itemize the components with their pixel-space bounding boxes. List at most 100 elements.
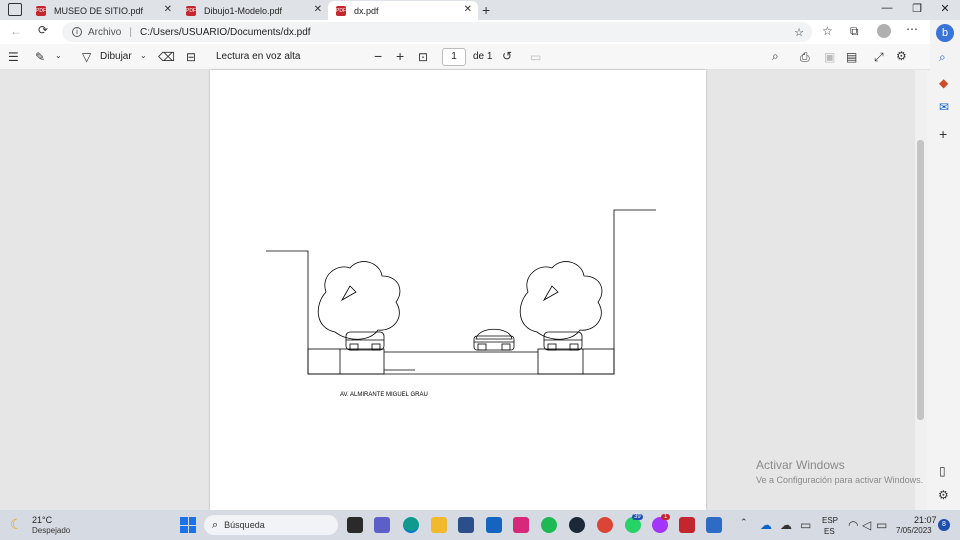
print-icon[interactable]: ⎙ bbox=[800, 50, 810, 65]
spotify-icon[interactable] bbox=[541, 517, 557, 533]
close-icon[interactable]: ✕ bbox=[164, 4, 172, 15]
save-icon[interactable]: ▣ bbox=[824, 50, 835, 64]
more-menu-icon[interactable]: ⋯ bbox=[906, 22, 918, 36]
scroll-thumb[interactable] bbox=[917, 140, 924, 420]
back-icon[interactable]: ← bbox=[10, 24, 22, 38]
fullscreen-icon[interactable]: ⤢ bbox=[874, 50, 884, 65]
right-building-outline bbox=[613, 209, 656, 374]
tab-title: MUSEO DE SITIO.pdf bbox=[54, 5, 144, 16]
left-tree-branch bbox=[340, 285, 357, 302]
tab-title: Dibujo1-Modelo.pdf bbox=[204, 5, 283, 16]
volume-icon[interactable]: ◁ bbox=[862, 518, 871, 532]
refresh-icon[interactable]: ⟳ bbox=[38, 23, 48, 37]
messenger-badge: 1 bbox=[661, 514, 671, 520]
chevron-up-icon[interactable]: ⌃ bbox=[740, 517, 748, 528]
page-total: de 1 bbox=[473, 51, 493, 62]
mail-icon[interactable] bbox=[486, 517, 502, 533]
pdf-page: AV. ALMIRANTE MIGUEL GRAU bbox=[210, 70, 706, 510]
save-as-icon[interactable]: ▤ bbox=[846, 50, 857, 64]
street-section-drawing bbox=[266, 209, 656, 375]
zoom-in-icon[interactable]: + bbox=[396, 48, 404, 64]
highlight-icon[interactable]: ✎ bbox=[35, 50, 45, 64]
weather-moon-icon[interactable]: ☾ bbox=[10, 516, 23, 533]
read-aloud-icon[interactable]: ⊟ bbox=[186, 50, 196, 64]
pdf-toolbar: ☰ ✎ ⌄ ▽ Dibujar ⌄ ⌫ ⊟ Lectura en voz alt… bbox=[0, 44, 930, 70]
url-field[interactable]: i Archivo | C:/Users/USUARIO/Documents/d… bbox=[62, 22, 812, 42]
wifi-icon[interactable]: ◠ bbox=[848, 518, 858, 532]
office-icon[interactable]: ◆ bbox=[939, 76, 948, 90]
close-icon[interactable]: ✕ bbox=[464, 4, 472, 15]
cloud-icon[interactable]: ☁ bbox=[780, 518, 792, 532]
app-icon[interactable] bbox=[706, 517, 722, 533]
hide-sidebar-icon[interactable]: ▯ bbox=[939, 464, 946, 478]
left-sidewalk bbox=[307, 348, 385, 375]
file-explorer-icon[interactable] bbox=[431, 517, 447, 533]
watermark-subtitle: Ve a Configuración para activar Windows. bbox=[756, 475, 924, 485]
tab-museo[interactable]: PDF MUSEO DE SITIO.pdf ✕ bbox=[28, 1, 178, 20]
right-tree-branch bbox=[542, 285, 559, 302]
search-box[interactable]: ⌕ Búsqueda bbox=[204, 515, 338, 535]
watermark-title: Activar Windows bbox=[756, 458, 845, 472]
activation-watermark: Activar Windows Ve a Configuración para … bbox=[756, 458, 923, 485]
chevron-down-icon[interactable]: ⌄ bbox=[140, 51, 147, 60]
draw-button[interactable]: Dibujar bbox=[100, 51, 132, 62]
search-icon[interactable]: ⌕ bbox=[772, 49, 779, 64]
sidebar-settings-icon[interactable]: ⚙ bbox=[938, 488, 949, 502]
favorite-add-icon[interactable]: ☆ bbox=[794, 26, 804, 39]
close-window-icon[interactable]: ✕ bbox=[930, 2, 960, 15]
zoom-out-icon[interactable]: − bbox=[374, 48, 382, 64]
collections-icon[interactable]: ⧉ bbox=[850, 24, 859, 39]
lang-top[interactable]: ESP bbox=[822, 516, 838, 525]
notifications-badge[interactable]: 8 bbox=[938, 519, 950, 531]
whatsapp-badge: 39 bbox=[632, 514, 643, 520]
minimize-icon[interactable]: — bbox=[872, 2, 902, 14]
settings-icon[interactable]: ⚙ bbox=[896, 49, 907, 63]
clock-time[interactable]: 21:07 bbox=[914, 515, 937, 525]
chrome-icon[interactable] bbox=[597, 517, 613, 533]
close-icon[interactable]: ✕ bbox=[314, 4, 322, 15]
rotate-icon[interactable]: ↺ bbox=[502, 49, 512, 63]
contents-icon[interactable]: ☰ bbox=[8, 50, 19, 64]
left-tree-crown bbox=[317, 261, 401, 340]
info-icon[interactable]: i bbox=[72, 27, 82, 37]
tab-title: dx.pdf bbox=[354, 5, 379, 16]
page-number-input[interactable]: 1 bbox=[442, 48, 466, 66]
onedrive-icon[interactable]: ☁ bbox=[760, 518, 772, 532]
battery-icon[interactable]: ▭ bbox=[876, 518, 887, 532]
vertical-scrollbar[interactable] bbox=[915, 70, 927, 510]
taskbar: ☾ 21°C Despejado ⌕ Búsqueda 39 1 ⌃ ☁ ☁ ▭… bbox=[0, 510, 960, 540]
tab-actions-icon[interactable] bbox=[8, 3, 22, 16]
teams-icon[interactable] bbox=[374, 517, 390, 533]
maximize-icon[interactable]: ❐ bbox=[902, 2, 932, 15]
instagram-icon[interactable] bbox=[513, 517, 529, 533]
sidebar-search-icon[interactable]: ⌕ bbox=[939, 50, 946, 65]
tab-dx[interactable]: PDF dx.pdf ✕ bbox=[328, 1, 478, 20]
chevron-down-icon[interactable]: ⌄ bbox=[55, 51, 62, 60]
right-car bbox=[543, 331, 583, 351]
outlook-icon[interactable]: ✉ bbox=[939, 100, 949, 114]
clock-date: 7/05/2023 bbox=[896, 526, 932, 535]
steam-icon[interactable] bbox=[569, 517, 585, 533]
left-car bbox=[345, 331, 385, 351]
acrobat-icon[interactable] bbox=[679, 517, 695, 533]
draw-icon[interactable]: ▽ bbox=[82, 50, 91, 64]
store-icon[interactable] bbox=[458, 517, 474, 533]
pdf-icon: PDF bbox=[36, 5, 46, 16]
tab-dibujo[interactable]: PDF Dibujo1-Modelo.pdf ✕ bbox=[178, 1, 328, 20]
display-icon[interactable]: ▭ bbox=[800, 518, 811, 532]
profile-avatar[interactable] bbox=[877, 24, 891, 38]
files-icon[interactable] bbox=[347, 517, 363, 533]
new-tab-icon[interactable]: + bbox=[482, 2, 490, 18]
favorites-icon[interactable]: ☆ bbox=[822, 24, 833, 38]
read-aloud-button[interactable]: Lectura en voz alta bbox=[216, 51, 301, 62]
add-sidebar-icon[interactable]: + bbox=[939, 126, 947, 142]
weather-temp[interactable]: 21°C bbox=[32, 515, 52, 525]
fit-page-icon[interactable]: ⊡ bbox=[418, 50, 428, 64]
two-page-icon[interactable]: ▭ bbox=[530, 50, 541, 64]
right-tree-crown bbox=[519, 261, 603, 340]
eraser-icon[interactable]: ⌫ bbox=[158, 50, 175, 64]
url-text: C:/Users/USUARIO/Documents/dx.pdf bbox=[139, 26, 311, 38]
edge-icon[interactable] bbox=[403, 517, 419, 533]
start-icon[interactable] bbox=[180, 517, 196, 533]
bing-icon[interactable]: b bbox=[936, 24, 954, 42]
